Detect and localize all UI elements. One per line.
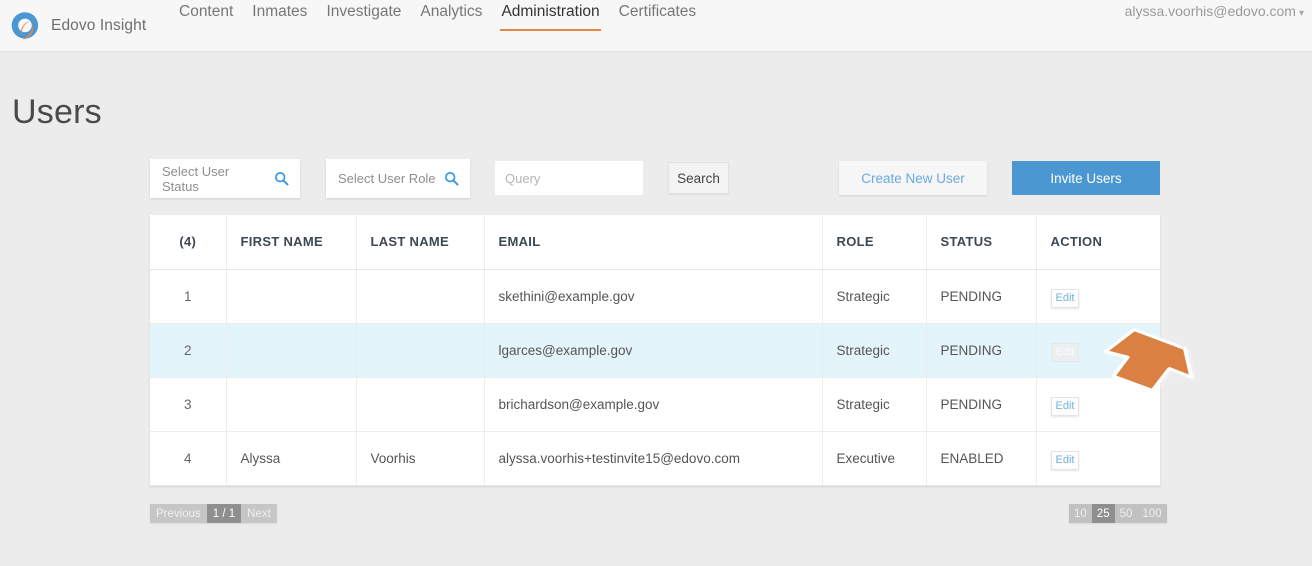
- chevron-down-icon: ▾: [1298, 8, 1304, 19]
- column-header-first-name: FIRST NAME: [226, 215, 357, 270]
- nav-item-certificates[interactable]: Certificates: [618, 0, 698, 29]
- cell-action: Edit: [1036, 431, 1160, 486]
- cell-row-number: 4: [150, 431, 227, 486]
- top-navigation-bar: Edovo Insight Content Inmates Investigat…: [0, 0, 1312, 52]
- cell-status: PENDING: [926, 269, 1037, 324]
- users-table-head: (4) FIRST NAME LAST NAME EMAIL ROLE STAT…: [150, 215, 1160, 270]
- edovo-circle-swoosh-logo-icon: [8, 9, 42, 43]
- users-table: (4) FIRST NAME LAST NAME EMAIL ROLE STAT…: [150, 215, 1160, 486]
- edit-button[interactable]: Edit: [1050, 396, 1080, 416]
- cell-first-name: [226, 269, 357, 324]
- account-menu[interactable]: alyssa.voorhis@edovo.com ▾: [1125, 3, 1304, 19]
- cell-email: brichardson@example.gov: [484, 377, 823, 432]
- cell-last-name: [356, 269, 485, 324]
- cell-row-number: 1: [150, 269, 227, 324]
- nav-item-investigate[interactable]: Investigate: [325, 0, 402, 29]
- cell-row-number: 3: [150, 377, 227, 432]
- column-header-action: ACTION: [1036, 215, 1160, 270]
- create-new-user-button[interactable]: Create New User: [839, 161, 987, 195]
- page-size-50[interactable]: 50: [1114, 504, 1138, 523]
- brand: Edovo Insight: [8, 9, 146, 43]
- table-row[interactable]: 4 Alyssa Voorhis alyssa.voorhis+testinvi…: [150, 431, 1160, 486]
- page-size-10[interactable]: 10: [1069, 504, 1092, 523]
- page-title: Users: [12, 92, 102, 131]
- column-header-status: STATUS: [926, 215, 1037, 270]
- column-header-last-name: LAST NAME: [356, 215, 485, 270]
- user-status-select[interactable]: Select User Status: [150, 159, 300, 198]
- cell-last-name: [356, 377, 485, 432]
- nav-item-inmates[interactable]: Inmates: [251, 0, 308, 29]
- cell-last-name: [356, 323, 485, 378]
- nav-item-analytics[interactable]: Analytics: [419, 0, 483, 29]
- page-size-100[interactable]: 100: [1137, 504, 1167, 523]
- pagination-controls: Previous 1 / 1 Next: [150, 504, 277, 523]
- users-table-container: (4) FIRST NAME LAST NAME EMAIL ROLE STAT…: [150, 215, 1160, 486]
- column-header-email: EMAIL: [484, 215, 823, 270]
- brand-name: Edovo Insight: [51, 17, 147, 34]
- cell-last-name: Voorhis: [356, 431, 485, 486]
- pagination-next-button[interactable]: Next: [241, 504, 277, 523]
- page-size-25[interactable]: 25: [1091, 504, 1115, 523]
- cell-role: Strategic: [822, 323, 927, 378]
- filter-toolbar: Select User Status Select User Role Sear…: [150, 159, 1160, 199]
- account-email: alyssa.voorhis@edovo.com: [1124, 3, 1296, 19]
- search-button[interactable]: Search: [668, 162, 729, 194]
- user-status-select-label: Select User Status: [162, 163, 230, 194]
- table-row[interactable]: 3 brichardson@example.gov Strategic PEND…: [150, 377, 1160, 432]
- cell-email: skethini@example.gov: [484, 269, 823, 324]
- nav-item-administration[interactable]: Administration: [500, 0, 601, 31]
- user-role-select-label: Select User Role: [338, 171, 436, 186]
- cell-first-name: Alyssa: [226, 431, 357, 486]
- users-table-body: 1 skethini@example.gov Strategic PENDING…: [150, 269, 1160, 486]
- main-nav: Content Inmates Investigate Analytics Ad…: [178, 0, 697, 32]
- cell-status: PENDING: [926, 377, 1037, 432]
- cell-first-name: [226, 377, 357, 432]
- cell-email: lgarces@example.gov: [484, 323, 823, 378]
- user-role-select[interactable]: Select User Role: [326, 159, 470, 198]
- table-header-row: (4) FIRST NAME LAST NAME EMAIL ROLE STAT…: [150, 215, 1160, 270]
- cell-role: Executive: [822, 431, 927, 486]
- pagination-previous-button[interactable]: Previous: [150, 504, 207, 523]
- table-row[interactable]: 2 lgarces@example.gov Strategic PENDING …: [150, 323, 1160, 378]
- cell-role: Strategic: [822, 269, 927, 324]
- cell-email: alyssa.voorhis+testinvite15@edovo.com: [484, 431, 823, 486]
- query-input[interactable]: [495, 161, 643, 195]
- cell-status: PENDING: [926, 323, 1037, 378]
- edit-button[interactable]: Edit: [1050, 450, 1080, 470]
- table-row[interactable]: 1 skethini@example.gov Strategic PENDING…: [150, 269, 1160, 324]
- cell-action: Edit: [1036, 377, 1160, 432]
- magnifier-icon: [274, 171, 289, 186]
- cell-first-name: [226, 323, 357, 378]
- invite-users-button[interactable]: Invite Users: [1012, 161, 1160, 195]
- magnifier-icon: [444, 171, 459, 186]
- cell-role: Strategic: [822, 377, 927, 432]
- cell-status: ENABLED: [926, 431, 1037, 486]
- pagination-page-indicator: 1 / 1: [206, 504, 242, 523]
- cell-action: Edit: [1036, 323, 1160, 378]
- edit-button[interactable]: Edit: [1050, 288, 1080, 308]
- column-header-count: (4): [150, 215, 227, 270]
- cell-action: Edit: [1036, 269, 1160, 324]
- cell-row-number: 2: [150, 323, 227, 378]
- nav-item-content[interactable]: Content: [178, 0, 234, 29]
- column-header-role: ROLE: [822, 215, 927, 270]
- edit-button[interactable]: Edit: [1050, 342, 1080, 362]
- page-size-controls: 10 25 50 100: [1069, 504, 1167, 523]
